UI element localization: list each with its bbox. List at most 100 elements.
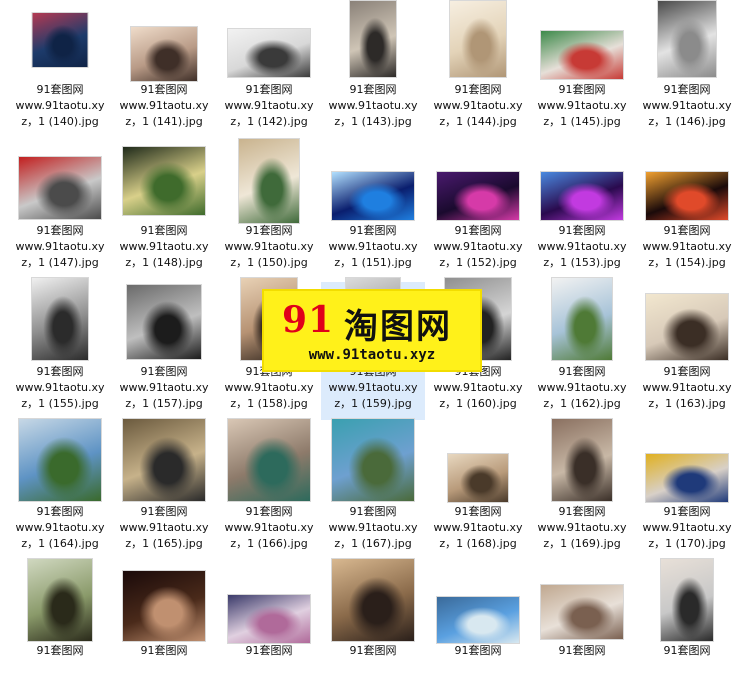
file-name-label: 91套图网 www.91taotu.xy z，1 (170).jpg: [635, 504, 739, 552]
file-name-line: z，1 (160).jpg: [439, 397, 517, 410]
file-name-label: 91套图网: [8, 643, 112, 659]
file-item[interactable]: 91套图网: [321, 558, 425, 699]
file-name-line: 91套图网: [140, 365, 188, 378]
watermark-url: www.91taotu.xyz: [308, 347, 436, 363]
thumbnail-image: [645, 293, 729, 361]
file-item[interactable]: 91套图网 www.91taotu.xy z，1 (154).jpg: [635, 141, 739, 279]
file-name-line: 91套图网: [36, 83, 84, 96]
file-item[interactable]: 91套图网 www.91taotu.xy z，1 (165).jpg: [112, 418, 216, 560]
thumbnail-image: [227, 28, 311, 78]
file-name-line: z，1 (144).jpg: [439, 115, 517, 128]
file-name-label: 91套图网 www.91taotu.xy z，1 (146).jpg: [635, 82, 739, 130]
file-item[interactable]: 91套图网 www.91taotu.xy z，1 (167).jpg: [321, 418, 425, 560]
file-item[interactable]: 91套图网: [112, 561, 216, 699]
file-name-line: www.91taotu.xy: [328, 240, 418, 253]
file-name-label: 91套图网 www.91taotu.xy z，1 (167).jpg: [321, 504, 425, 552]
file-item[interactable]: 91套图网 www.91taotu.xy z，1 (166).jpg: [217, 418, 321, 560]
file-item[interactable]: 91套图网: [426, 561, 530, 699]
file-name-line: z，1 (150).jpg: [230, 256, 308, 269]
file-item[interactable]: 91套图网 www.91taotu.xy z，1 (148).jpg: [112, 141, 216, 279]
file-item[interactable]: 91套图网 www.91taotu.xy z，1 (143).jpg: [321, 0, 425, 138]
file-item[interactable]: 91套图网 www.91taotu.xy z，1 (157).jpg: [112, 282, 216, 420]
file-item[interactable]: 91套图网 www.91taotu.xy z，1 (162).jpg: [530, 277, 634, 420]
watermark-number: 91: [282, 299, 335, 341]
file-item[interactable]: 91套图网: [217, 561, 321, 699]
file-name-line: www.91taotu.xy: [119, 99, 209, 112]
file-item[interactable]: 91套图网 www.91taotu.xy z，1 (146).jpg: [635, 0, 739, 138]
file-name-line: www.91taotu.xy: [119, 381, 209, 394]
file-item[interactable]: 91套图网 www.91taotu.xy z，1 (155).jpg: [8, 277, 112, 420]
file-name-line: 91套图网: [36, 644, 84, 657]
file-item[interactable]: 91套图网 www.91taotu.xy z，1 (145).jpg: [530, 0, 634, 138]
file-item[interactable]: 91套图网 www.91taotu.xy z，1 (164).jpg: [8, 418, 112, 560]
file-name-line: 91套图网: [140, 505, 188, 518]
file-item[interactable]: 91套图网 www.91taotu.xy z，1 (147).jpg: [8, 141, 112, 279]
file-name-label: 91套图网: [426, 643, 530, 659]
file-name-line: z，1 (152).jpg: [439, 256, 517, 269]
file-name-label: 91套图网 www.91taotu.xy z，1 (148).jpg: [112, 223, 216, 271]
file-item[interactable]: 91套图网 www.91taotu.xy z，1 (169).jpg: [530, 418, 634, 560]
file-name-line: www.91taotu.xy: [328, 381, 418, 394]
file-name-line: z，1 (169).jpg: [543, 537, 621, 550]
file-item[interactable]: 91套图网 www.91taotu.xy z，1 (151).jpg: [321, 141, 425, 279]
file-name-line: 91套图网: [558, 644, 606, 657]
file-name-line: www.91taotu.xy: [224, 381, 314, 394]
file-name-line: 91套图网: [558, 83, 606, 96]
thumbnail-image: [349, 0, 397, 78]
file-item[interactable]: 91套图网 www.91taotu.xy z，1 (150).jpg: [217, 138, 321, 279]
file-item[interactable]: 91套图网 www.91taotu.xy z，1 (140).jpg: [8, 0, 112, 138]
file-name-label: 91套图网 www.91taotu.xy z，1 (142).jpg: [217, 82, 321, 130]
file-name-line: www.91taotu.xy: [328, 99, 418, 112]
file-name-label: 91套图网 www.91taotu.xy z，1 (151).jpg: [321, 223, 425, 271]
file-name-line: www.91taotu.xy: [224, 521, 314, 534]
file-item[interactable]: 91套图网 www.91taotu.xy z，1 (163).jpg: [635, 282, 739, 420]
thumbnail-image: [645, 453, 729, 503]
thumbnail-image: [540, 171, 624, 221]
thumbnail-image: [122, 570, 206, 642]
file-name-line: z，1 (154).jpg: [648, 256, 726, 269]
file-name-line: 91套图网: [663, 644, 711, 657]
watermark-title: 淘图网: [344, 307, 452, 347]
file-name-line: z，1 (170).jpg: [648, 537, 726, 550]
file-name-label: 91套图网 www.91taotu.xy z，1 (143).jpg: [321, 82, 425, 130]
file-item[interactable]: 91套图网 www.91taotu.xy z，1 (153).jpg: [530, 141, 634, 279]
file-item[interactable]: 91套图网 www.91taotu.xy z，1 (168).jpg: [426, 422, 530, 560]
thumbnail-image: [551, 418, 613, 502]
file-name-line: z，1 (140).jpg: [21, 115, 99, 128]
file-name-line: z，1 (168).jpg: [439, 537, 517, 550]
file-name-label: 91套图网 www.91taotu.xy z，1 (153).jpg: [530, 223, 634, 271]
file-name-label: 91套图网 www.91taotu.xy z，1 (144).jpg: [426, 82, 530, 130]
file-name-line: www.91taotu.xy: [119, 240, 209, 253]
file-item[interactable]: 91套图网 www.91taotu.xy z，1 (142).jpg: [217, 0, 321, 138]
file-name-line: z，1 (148).jpg: [125, 256, 203, 269]
thumbnail-image: [540, 584, 624, 640]
thumbnail-image: [657, 0, 717, 78]
file-name-line: 91套图网: [454, 505, 502, 518]
file-name-label: 91套图网 www.91taotu.xy z，1 (164).jpg: [8, 504, 112, 552]
file-name-label: 91套图网 www.91taotu.xy z，1 (166).jpg: [217, 504, 321, 552]
file-name-label: 91套图网 www.91taotu.xy z，1 (169).jpg: [530, 504, 634, 552]
thumbnail-image: [540, 30, 624, 80]
file-item[interactable]: 91套图网: [635, 558, 739, 699]
file-name-line: 91套图网: [140, 644, 188, 657]
thumbnail-image: [130, 26, 198, 82]
file-name-label: 91套图网: [635, 643, 739, 659]
file-name-line: 91套图网: [454, 644, 502, 657]
file-name-line: 91套图网: [349, 644, 397, 657]
file-name-line: 91套图网: [454, 224, 502, 237]
file-name-line: z，1 (164).jpg: [21, 537, 99, 550]
file-name-line: z，1 (145).jpg: [543, 115, 621, 128]
file-item[interactable]: 91套图网 www.91taotu.xy z，1 (141).jpg: [112, 0, 216, 138]
file-name-line: www.91taotu.xy: [642, 240, 732, 253]
file-item[interactable]: 91套图网 www.91taotu.xy z，1 (144).jpg: [426, 0, 530, 138]
thumbnail-image: [31, 12, 89, 68]
file-item[interactable]: 91套图网: [530, 561, 634, 699]
file-name-line: 91套图网: [245, 505, 293, 518]
file-name-line: z，1 (166).jpg: [230, 537, 308, 550]
file-name-line: 91套图网: [349, 224, 397, 237]
file-name-line: www.91taotu.xy: [537, 99, 627, 112]
file-item[interactable]: 91套图网: [8, 558, 112, 699]
file-item[interactable]: 91套图网 www.91taotu.xy z，1 (152).jpg: [426, 141, 530, 279]
file-item[interactable]: 91套图网 www.91taotu.xy z，1 (170).jpg: [635, 422, 739, 560]
thumbnail-image: [18, 156, 102, 220]
